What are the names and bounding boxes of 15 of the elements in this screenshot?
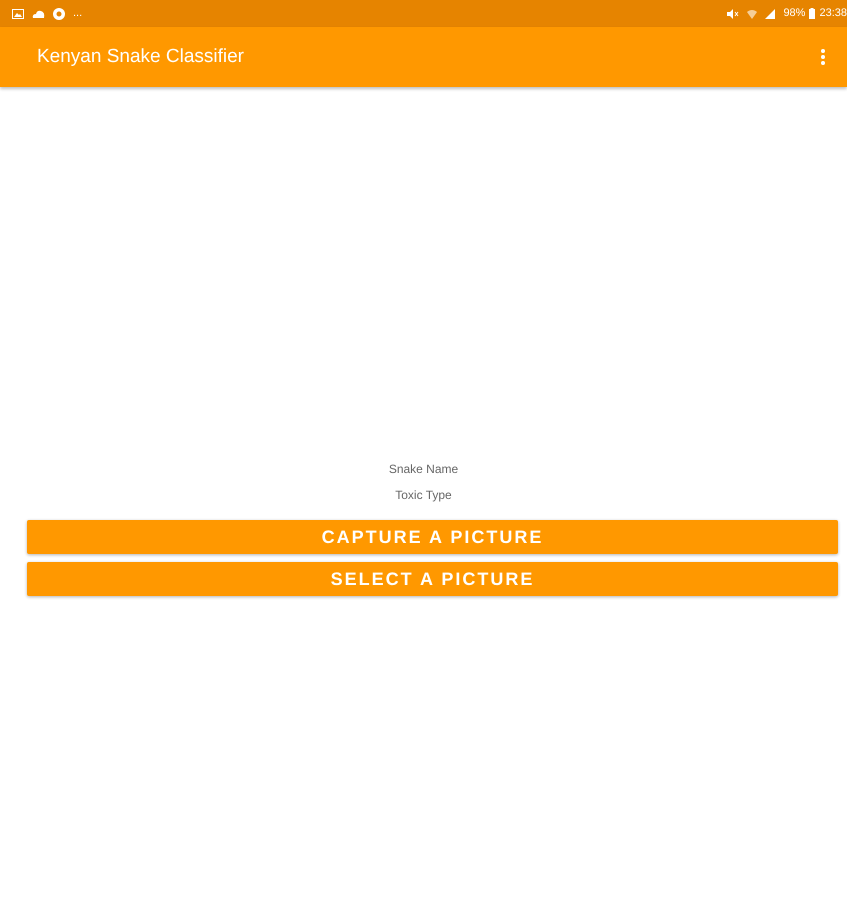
battery-icon: [809, 8, 816, 19]
clock-time: 23:38: [819, 6, 847, 22]
signal-icon: [765, 8, 776, 18]
capture-button[interactable]: CAPTURE A PICTURE: [27, 520, 838, 554]
select-button[interactable]: SELECT A PICTURE: [27, 562, 838, 596]
battery-percent: 98%: [783, 6, 806, 22]
app-title: Kenyan Snake Classifier: [37, 44, 244, 69]
snake-name-text: Snake Name: [388, 461, 458, 478]
cloud-icon: [32, 10, 45, 18]
mute-icon: [727, 8, 740, 18]
image-icon: [12, 8, 24, 18]
toxic-type-text: Toxic Type: [395, 487, 452, 504]
overflow-text: ...: [73, 6, 82, 22]
more-icon: [821, 48, 825, 65]
wifi-icon: [747, 8, 758, 18]
